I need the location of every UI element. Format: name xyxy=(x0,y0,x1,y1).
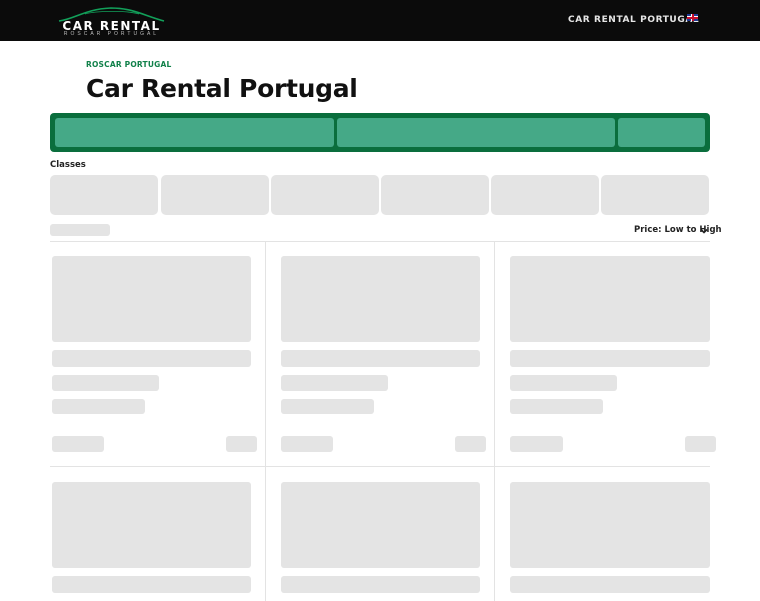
search-panel xyxy=(50,113,710,152)
breadcrumb[interactable]: ROSCAR PORTUGAL xyxy=(86,60,172,69)
search-button-skeleton[interactable] xyxy=(618,118,705,147)
price-skeleton xyxy=(52,436,104,452)
text-skeleton xyxy=(52,399,145,414)
text-skeleton xyxy=(510,576,710,593)
text-skeleton xyxy=(510,375,617,391)
pickup-field-skeleton[interactable] xyxy=(55,118,334,147)
text-skeleton xyxy=(52,375,159,391)
text-skeleton xyxy=(510,399,603,414)
class-tile[interactable] xyxy=(491,175,599,215)
divider xyxy=(50,466,710,467)
vehicle-image-skeleton xyxy=(281,482,480,568)
text-skeleton xyxy=(52,576,251,593)
column-divider xyxy=(265,241,266,601)
text-skeleton xyxy=(281,576,480,593)
text-skeleton xyxy=(510,350,710,367)
button-skeleton xyxy=(226,436,257,452)
classes-label: Classes xyxy=(50,160,86,170)
button-skeleton xyxy=(685,436,716,452)
nav-link-car-rental-portugal[interactable]: CAR RENTAL PORTUGAL xyxy=(568,15,699,25)
logo-subtext: ROSCAR PORTUGAL xyxy=(63,31,160,37)
column-divider xyxy=(494,241,495,601)
vehicle-image-skeleton xyxy=(510,256,710,342)
top-navigation-bar: CAR RENTAL ROSCAR PORTUGAL CAR RENTAL PO… xyxy=(0,0,760,41)
vehicle-image-skeleton xyxy=(281,256,480,342)
uk-flag-icon[interactable] xyxy=(687,14,698,21)
button-skeleton xyxy=(455,436,486,452)
results-count-skeleton xyxy=(50,224,110,236)
class-tile[interactable] xyxy=(161,175,269,215)
class-tile[interactable] xyxy=(381,175,489,215)
text-skeleton xyxy=(281,375,388,391)
dropoff-field-skeleton[interactable] xyxy=(337,118,615,147)
vehicle-image-skeleton xyxy=(52,482,251,568)
text-skeleton xyxy=(281,350,480,367)
text-skeleton xyxy=(52,350,251,367)
price-skeleton xyxy=(510,436,563,452)
class-tile[interactable] xyxy=(601,175,709,215)
text-skeleton xyxy=(281,399,374,414)
page-title: Car Rental Portugal xyxy=(86,74,358,103)
price-skeleton xyxy=(281,436,333,452)
class-tile[interactable] xyxy=(50,175,158,215)
divider xyxy=(50,241,710,242)
chevron-down-icon[interactable] xyxy=(699,226,709,236)
class-tile[interactable] xyxy=(271,175,379,215)
vehicle-image-skeleton xyxy=(52,256,251,342)
vehicle-image-skeleton xyxy=(510,482,710,568)
car-rental-logo[interactable]: CAR RENTAL ROSCAR PORTUGAL xyxy=(55,5,168,37)
